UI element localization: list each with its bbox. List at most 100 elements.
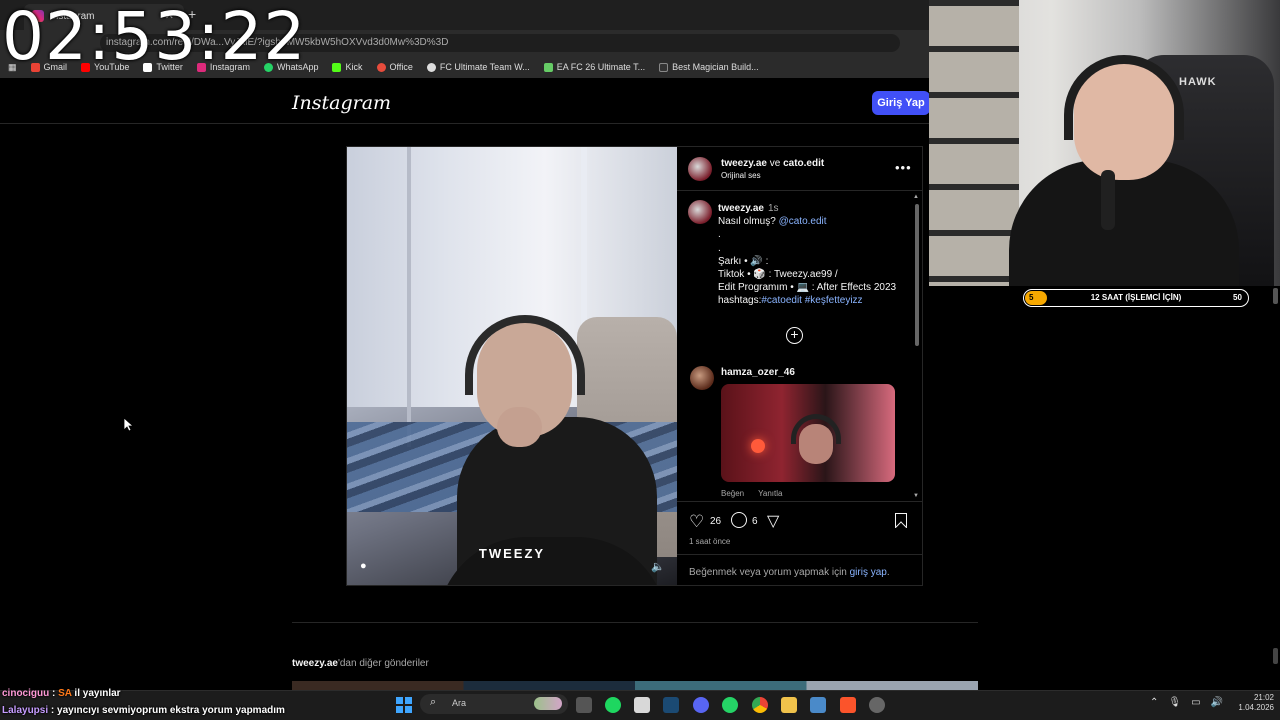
post-timestamp: 1 saat önce <box>689 537 731 546</box>
bookmark-fc-ultimate-team[interactable]: FC Ultimate Team W... <box>426 62 530 72</box>
bookmark-office[interactable]: Office <box>376 62 413 72</box>
volume-icon[interactable]: 🔊 <box>1211 697 1223 708</box>
system-tray: ⌃ 🎙 ▭ 🔊 <box>1150 697 1223 708</box>
caption-dot: . <box>718 229 721 241</box>
author-conjunction: ve <box>766 158 784 169</box>
bookmark-ea-fc-26[interactable]: EA FC 26 Ultimate T... <box>543 62 645 72</box>
caption-edit: Edit Programım • 💻 : After Effects 2023 <box>718 282 897 294</box>
notification-app-icon[interactable] <box>869 697 885 713</box>
chat-separator: : <box>48 705 58 716</box>
tagged-user-icon[interactable]: ● <box>360 560 372 572</box>
caption-mention[interactable]: @cato.edit <box>779 216 827 227</box>
office-icon <box>376 62 386 72</box>
login-prompt-text: Beğenmek veya yorum yapmak için <box>689 567 850 578</box>
comment-like-button[interactable]: Beğen <box>721 489 744 498</box>
share-icon[interactable]: ▽ <box>767 511 779 531</box>
caption-avatar[interactable] <box>688 200 712 224</box>
search-highlight-icon <box>534 697 562 710</box>
caption-username[interactable]: tweezy.ae <box>718 203 764 214</box>
search-icon: ⌕ <box>430 696 437 708</box>
heart-icon[interactable]: ♡ <box>689 512 704 532</box>
author-2[interactable]: cato.edit <box>783 158 824 169</box>
progress-goal: 50 <box>1233 293 1242 302</box>
login-prompt: Beğenmek veya yorum yapmak için giriş ya… <box>677 554 922 585</box>
globe-icon <box>426 62 436 72</box>
ea-icon <box>543 62 553 72</box>
comment-image[interactable] <box>721 384 895 482</box>
chat-text: il yayınlar <box>71 688 121 699</box>
instagram-header <box>0 80 930 124</box>
bookmark-kick[interactable]: Kick <box>332 62 363 72</box>
login-button[interactable]: Giriş Yap <box>872 91 930 115</box>
more-posts-text: 'dan diğer gönderiler <box>337 658 429 669</box>
caption-song: Şarkı • 🔊 : <box>718 255 769 267</box>
sound-icon[interactable]: 🔈 <box>651 560 665 573</box>
more-posts-user[interactable]: tweezy.ae <box>292 658 338 669</box>
post-caption: tweezy.ae 1s Nasıl olmuş? @cato.edit . . … <box>718 202 908 308</box>
taskbar-search[interactable]: ⌕ Ara <box>420 694 568 714</box>
task-view-icon[interactable] <box>576 697 592 713</box>
display-icon[interactable]: ▭ <box>1191 697 1200 708</box>
more-options-icon[interactable]: ••• <box>895 160 912 175</box>
brave-icon[interactable] <box>840 697 856 713</box>
bookmark-best-magician[interactable]: Best Magician Build... <box>659 62 759 72</box>
chat-message: Lalayupsi : yayıncıyı sevmiyoprum ekstra… <box>2 705 285 716</box>
more-posts-thumbnails[interactable] <box>292 681 978 690</box>
bookmark-icon[interactable] <box>895 513 907 528</box>
chat-emote: SA <box>58 688 72 699</box>
post-header <box>677 147 922 191</box>
clock-date: 1.04.2026 <box>1238 703 1274 712</box>
post-authors[interactable]: tweezy.ae ve cato.edit <box>721 158 824 169</box>
webcam-overlay: HAWK <box>929 0 1280 286</box>
comment-reply-button[interactable]: Yanıtla <box>758 489 782 498</box>
windows-start-icon[interactable] <box>396 697 412 713</box>
scroll-down-icon[interactable]: ▼ <box>913 493 919 499</box>
clock-time: 21:02 <box>1253 693 1274 702</box>
caption-tiktok: Tiktok • 🎲 : Tweezy.ae99 / <box>718 269 838 281</box>
caption-dot: . <box>718 242 721 254</box>
chrome-icon[interactable] <box>752 697 768 713</box>
login-link[interactable]: giriş yap <box>850 567 887 578</box>
discord-icon[interactable] <box>693 697 709 713</box>
chat-username: cinociguu <box>2 688 50 699</box>
whatsapp-icon[interactable] <box>722 697 738 713</box>
progress-label: 12 SAAT (İŞLEMCİ İÇİN) <box>1090 293 1182 302</box>
stream-timer: 02:53:22 <box>2 0 307 75</box>
avatar[interactable] <box>688 157 712 181</box>
hashtag-link[interactable]: #catoedit <box>761 295 802 306</box>
spotify-icon[interactable] <box>605 697 621 713</box>
store-icon[interactable] <box>634 697 650 713</box>
comment-icon[interactable] <box>731 512 747 528</box>
kick-icon <box>332 62 342 72</box>
caption-time: 1s <box>767 203 779 214</box>
comment-username[interactable]: hamza_ozer_46 <box>721 367 795 378</box>
more-posts-heading: tweezy.ae'dan diğer gönderiler <box>292 658 429 669</box>
scroll-up-icon[interactable]: ▲ <box>913 194 919 200</box>
chat-message: cinociguu : SA il yayınlar <box>2 688 121 699</box>
app-icon[interactable] <box>810 697 826 713</box>
reel-video[interactable] <box>347 147 677 585</box>
search-placeholder: Ara <box>452 698 467 708</box>
chat-username: Lalayupsi <box>2 705 49 716</box>
comment-avatar[interactable] <box>690 366 714 390</box>
divider <box>292 622 978 623</box>
comment-actions: Beğen Yanıtla <box>721 489 796 498</box>
caption-line1: Nasıl olmuş? <box>718 216 779 228</box>
chevron-up-icon[interactable]: ⌃ <box>1150 697 1158 708</box>
caption-hashtags-label: hashtags: <box>718 295 762 307</box>
file-explorer-icon[interactable] <box>781 697 797 713</box>
fut-icon <box>659 62 669 72</box>
audio-label[interactable]: Orijinal ses <box>721 171 761 180</box>
steam-icon[interactable] <box>663 697 679 713</box>
comments-scrollbar[interactable] <box>915 204 919 346</box>
taskbar-clock[interactable]: 21:02 1.04.2026 <box>1230 693 1274 713</box>
author-1[interactable]: tweezy.ae <box>721 158 767 169</box>
microphone-icon[interactable]: 🎙 <box>1168 697 1181 708</box>
chat-text: yayıncıyı sevmiyoprum ekstra yorum yapma… <box>57 705 285 716</box>
chair-brand: HAWK <box>1179 76 1217 88</box>
load-more-comments-icon[interactable]: + <box>786 327 803 344</box>
hashtag-link[interactable]: #keşfetteyizz <box>802 295 863 306</box>
page-scrollbar[interactable] <box>1272 286 1280 690</box>
login-prompt-end: . <box>886 567 890 578</box>
instagram-logo[interactable]: Instagram <box>292 92 391 114</box>
